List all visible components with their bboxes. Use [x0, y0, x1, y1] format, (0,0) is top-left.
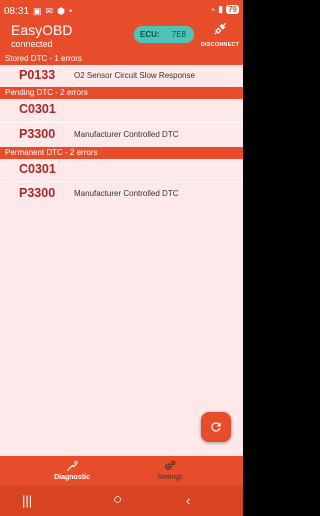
status-indicators: ◔ ▮ 79 [210, 4, 239, 15]
recents-button[interactable]: ||| [22, 493, 32, 508]
app-title: EasyOBD [11, 22, 73, 38]
notification-icon: ✉ [45, 5, 54, 16]
system-navigation-bar: ||| ○ ‹ [0, 486, 243, 516]
ecu-chip[interactable]: ECU: 7E8 [134, 26, 194, 43]
dtc-description: Manufacturer Controlled DTC [74, 130, 179, 139]
dtc-code: C0301 [19, 162, 56, 176]
wifi-icon: ◔ [209, 4, 216, 15]
tab-settings-label: Settings [157, 474, 183, 481]
row-divider [0, 181, 243, 182]
dtc-code: P0133 [19, 68, 56, 82]
refresh-icon [211, 422, 221, 432]
back-button[interactable]: ‹ [186, 493, 190, 508]
refresh-button[interactable] [201, 412, 231, 442]
dtc-row[interactable]: P3300 Manufacturer Controlled DTC [0, 183, 243, 204]
dtc-code: P3300 [19, 186, 56, 200]
ecu-value: 7E8 [171, 30, 186, 39]
section-header-stored: Stored DTC - 1 errors [0, 53, 243, 65]
dtc-row[interactable]: C0301 [0, 159, 243, 180]
dtc-row[interactable]: P0133 O2 Sensor Circuit Slow Response [0, 65, 243, 86]
disconnect-label: DISCONNECT [200, 42, 240, 48]
signal-icon: ▮ [218, 4, 224, 14]
section-header-permanent: Permanent DTC - 2 errors [0, 147, 243, 159]
connection-status: connected [11, 39, 53, 49]
home-button[interactable]: ○ [113, 491, 122, 508]
ecu-label: ECU: [140, 30, 160, 39]
app-bar: 08:31 ▣ ✉ ⬢ • ◔ ▮ 79 EasyOBD connected E… [0, 0, 243, 53]
dtc-description: O2 Sensor Circuit Slow Response [74, 71, 195, 80]
tab-diagnostic-label: Diagnostic [54, 474, 90, 481]
section-header-pending: Pending DTC - 2 errors [0, 87, 243, 99]
notification-icon: ⬢ [57, 5, 65, 16]
status-time: 08:31 [4, 5, 30, 17]
notification-icon: ▣ [33, 5, 42, 16]
dtc-row[interactable]: P3300 Manufacturer Controlled DTC [0, 124, 243, 145]
dtc-row[interactable]: C0301 [0, 99, 243, 120]
disconnect-button[interactable]: DISCONNECT [200, 22, 240, 48]
dtc-code: C0301 [19, 102, 56, 116]
status-bar: 08:31 ▣ ✉ ⬢ • [4, 4, 72, 18]
plug-icon [214, 22, 227, 35]
app-screen: 08:31 ▣ ✉ ⬢ • ◔ ▮ 79 EasyOBD connected E… [0, 0, 243, 516]
diagnostic-icon [66, 460, 78, 472]
gears-icon [164, 460, 176, 470]
bottom-navigation: Diagnostic Settings [0, 456, 243, 486]
row-divider [0, 122, 243, 123]
tab-diagnostic[interactable]: Diagnostic [22, 456, 122, 486]
dtc-code: P3300 [19, 127, 56, 141]
tab-settings[interactable]: Settings [120, 456, 220, 486]
dtc-description: Manufacturer Controlled DTC [74, 189, 179, 198]
battery-level: 79 [226, 5, 239, 14]
notification-icon: • [68, 6, 73, 16]
